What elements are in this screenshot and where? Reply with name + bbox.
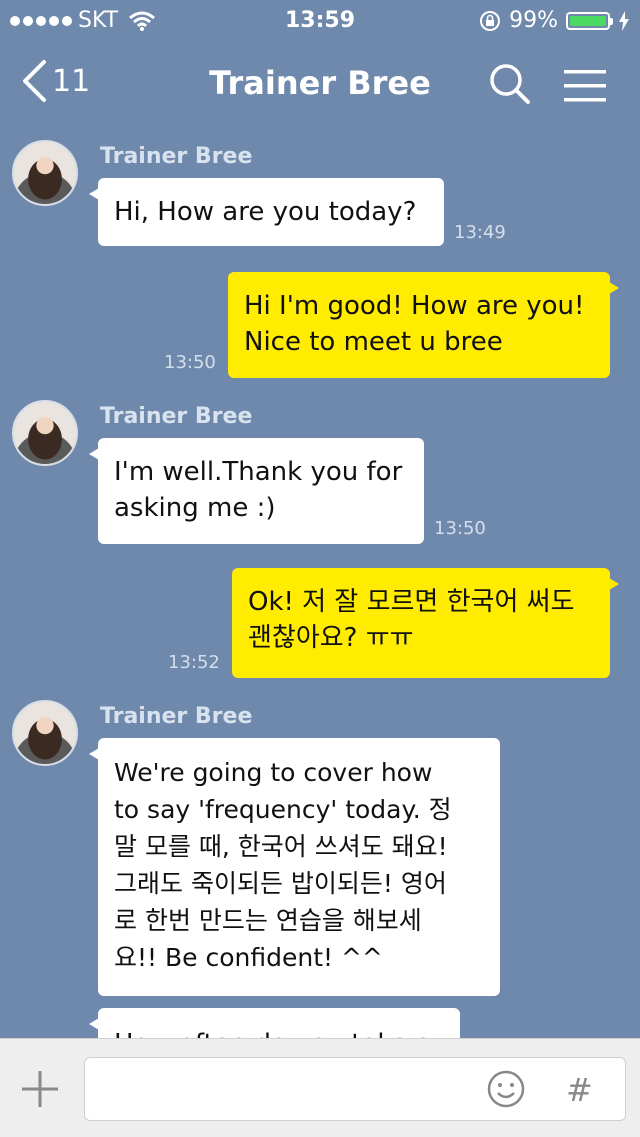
smiley-icon xyxy=(487,1070,525,1108)
charging-icon xyxy=(619,10,629,31)
message-bubble-incoming[interactable]: I'm well.Thank you for asking me :) xyxy=(89,438,424,544)
nav-bar: 11 Trainer Bree xyxy=(0,42,640,126)
message-time: 13:50 xyxy=(164,352,216,373)
battery-percent: 99% xyxy=(509,8,558,33)
battery-fill xyxy=(570,15,606,26)
sender-name: Trainer Bree xyxy=(100,144,253,169)
message-bubble-outgoing[interactable]: Ok! 저 잘 모르면 한국어 써도 괜찮아요? ㅠㅠ xyxy=(232,568,619,678)
avatar[interactable] xyxy=(12,140,78,206)
message-input[interactable] xyxy=(84,1057,626,1121)
battery-icon xyxy=(566,11,613,30)
search-icon xyxy=(490,64,530,104)
message-bubble-incoming[interactable]: Hi, How are you today? xyxy=(89,178,444,246)
message-time: 13:52 xyxy=(168,652,220,673)
message-time: 13:50 xyxy=(434,518,486,539)
menu-icon xyxy=(564,70,606,102)
status-right: 99% xyxy=(479,8,630,33)
message-time: 13:49 xyxy=(454,222,506,243)
attach-button[interactable] xyxy=(18,1067,62,1115)
chat-title: Trainer Bree xyxy=(209,64,431,102)
avatar[interactable] xyxy=(12,400,78,466)
sender-name: Trainer Bree xyxy=(100,404,253,429)
message-bubble-incoming-partial[interactable]: How often do you take a xyxy=(89,1008,460,1038)
emoticon-button[interactable] xyxy=(486,1069,526,1113)
chat-area[interactable]: Trainer Bree Hi, How are you today? 13:4… xyxy=(0,126,640,1038)
avatar[interactable] xyxy=(12,700,78,766)
sender-name: Trainer Bree xyxy=(100,704,253,729)
plus-icon xyxy=(22,1071,58,1107)
hashtag-button[interactable]: # xyxy=(566,1071,593,1109)
menu-button[interactable] xyxy=(562,68,608,108)
orientation-lock-icon xyxy=(480,10,501,31)
message-input-bar: # xyxy=(0,1038,640,1137)
status-bar: SKT 13:59 99% xyxy=(0,0,640,42)
message-bubble-outgoing[interactable]: Hi I'm good! How are you! Nice to meet u… xyxy=(228,272,619,378)
message-bubble-incoming[interactable]: We're going to cover how to say 'frequen… xyxy=(89,738,500,996)
search-button[interactable] xyxy=(488,62,532,110)
